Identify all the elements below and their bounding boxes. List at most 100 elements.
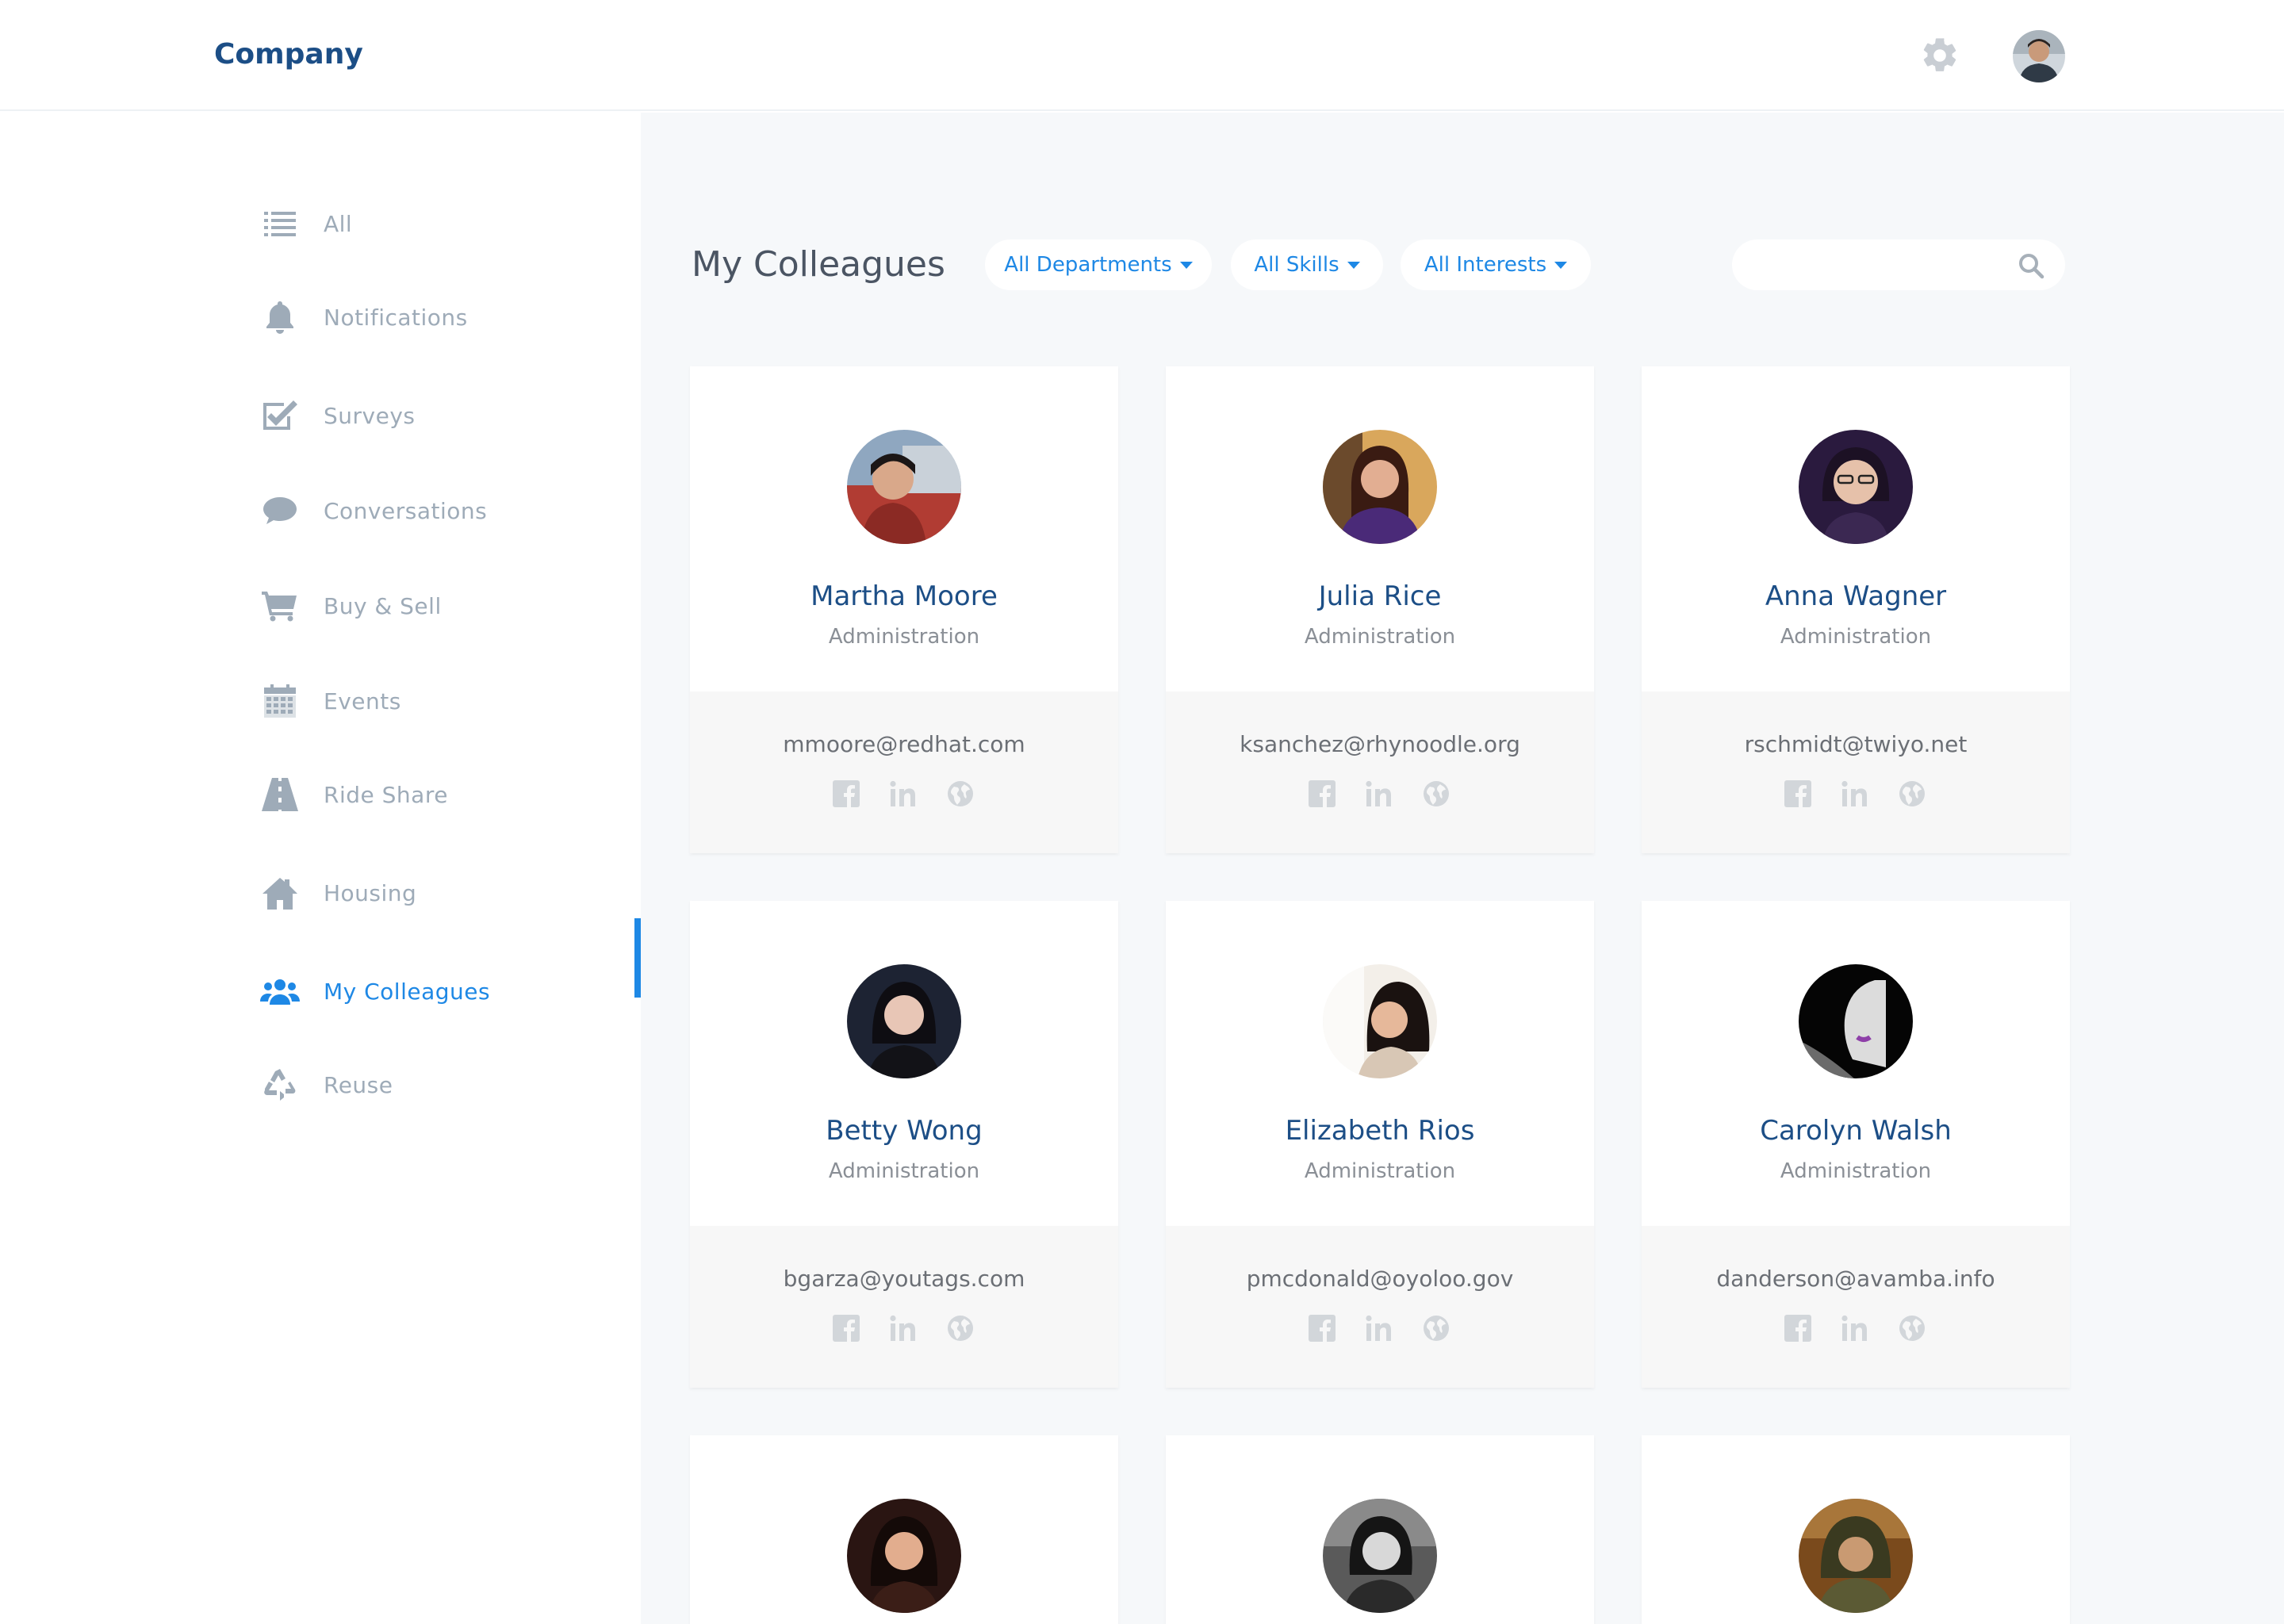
filter-label: All Interests	[1424, 253, 1547, 277]
colleague-email[interactable]: bgarza@youtags.com	[690, 1266, 1118, 1292]
colleague-avatar	[1323, 1499, 1437, 1613]
checkbox-icon	[260, 396, 300, 435]
facebook-icon[interactable]	[1784, 1315, 1813, 1343]
sidebar-item-buy-sell[interactable]: Buy & Sell	[260, 574, 641, 638]
colleague-card[interactable]: Carolyn Walsh Administration danderson@a…	[1642, 901, 2070, 1388]
sidebar: All Notifications Surveys Conversations …	[0, 113, 641, 1624]
colleague-name[interactable]: Elizabeth Rios	[1166, 1115, 1594, 1147]
facebook-icon[interactable]	[1309, 780, 1337, 809]
filter-label: All Departments	[1004, 253, 1172, 277]
search-input[interactable]	[1751, 247, 2013, 282]
sidebar-item-label: Buy & Sell	[324, 592, 442, 619]
sidebar-item-label: Notifications	[324, 304, 468, 331]
card-footer: pmcdonald@oyoloo.gov	[1166, 1226, 1594, 1388]
card-footer: rschmidt@twiyo.net	[1642, 691, 2070, 853]
sidebar-item-label: Surveys	[324, 402, 416, 429]
colleague-name[interactable]: Anna Wagner	[1642, 580, 2070, 612]
colleague-name[interactable]: Julia Rice	[1166, 580, 1594, 612]
social-links	[1784, 1315, 1927, 1346]
globe-icon[interactable]	[1899, 1315, 1927, 1343]
filter-departments[interactable]: All Departments	[985, 239, 1212, 290]
caret-down-icon	[1347, 261, 1360, 269]
colleague-department: Administration	[828, 625, 980, 649]
social-links	[1784, 780, 1927, 812]
social-links	[833, 1315, 975, 1346]
globe-icon[interactable]	[1899, 780, 1927, 809]
colleague-card[interactable]: Betty Wong Administration bgarza@youtags…	[690, 901, 1118, 1388]
globe-icon[interactable]	[947, 1315, 975, 1343]
colleague-name[interactable]: Martha Moore	[690, 580, 1118, 612]
card-footer: mmoore@redhat.com	[690, 691, 1118, 853]
colleague-avatar	[1799, 430, 1913, 544]
sidebar-item-reuse[interactable]: Reuse	[260, 1053, 641, 1116]
brand-logo[interactable]: Company	[214, 38, 363, 71]
chat-bubble-icon	[260, 491, 300, 530]
colleague-avatar	[1323, 964, 1437, 1078]
sidebar-item-label: All	[324, 210, 353, 237]
sidebar-item-my-colleagues[interactable]: My Colleagues	[260, 959, 641, 1023]
top-bar: Company	[0, 0, 2284, 111]
sidebar-item-surveys[interactable]: Surveys	[260, 384, 641, 447]
globe-icon[interactable]	[1423, 780, 1451, 809]
colleague-card[interactable]: Julia Rice Administration ksanchez@rhyno…	[1166, 366, 1594, 853]
card-footer: danderson@avamba.info	[1642, 1226, 2070, 1388]
sidebar-item-label: Events	[324, 688, 401, 714]
sidebar-item-notifications[interactable]: Notifications	[260, 285, 641, 349]
filter-skills[interactable]: All Skills	[1231, 239, 1383, 290]
search-icon[interactable]	[2018, 252, 2044, 279]
colleague-department: Administration	[1780, 1159, 1932, 1183]
colleague-email[interactable]: mmoore@redhat.com	[690, 731, 1118, 757]
sidebar-item-events[interactable]: Events	[260, 669, 641, 733]
linkedin-icon[interactable]	[1366, 1315, 1394, 1343]
colleague-card[interactable]	[690, 1435, 1118, 1624]
social-links	[1309, 1315, 1451, 1346]
search-box[interactable]	[1732, 239, 2065, 290]
caret-down-icon	[1179, 261, 1193, 269]
colleague-avatar	[1799, 964, 1913, 1078]
colleague-department: Administration	[1304, 625, 1456, 649]
card-footer: bgarza@youtags.com	[690, 1226, 1118, 1388]
colleague-email[interactable]: danderson@avamba.info	[1642, 1266, 2070, 1292]
linkedin-icon[interactable]	[890, 1315, 918, 1343]
linkedin-icon[interactable]	[1841, 780, 1870, 809]
facebook-icon[interactable]	[1784, 780, 1813, 809]
page-title: My Colleagues	[692, 244, 945, 285]
house-icon	[260, 873, 300, 913]
colleague-email[interactable]: ksanchez@rhynoodle.org	[1166, 731, 1594, 757]
sidebar-item-conversations[interactable]: Conversations	[260, 479, 641, 542]
sidebar-item-all[interactable]: All	[260, 192, 641, 255]
colleague-card[interactable]	[1166, 1435, 1594, 1624]
linkedin-icon[interactable]	[1366, 780, 1394, 809]
social-links	[833, 780, 975, 812]
colleague-avatar	[1799, 1499, 1913, 1613]
linkedin-icon[interactable]	[1841, 1315, 1870, 1343]
colleague-name[interactable]: Carolyn Walsh	[1642, 1115, 2070, 1147]
facebook-icon[interactable]	[833, 1315, 861, 1343]
bell-icon	[260, 297, 300, 337]
sidebar-item-ride-share[interactable]: Ride Share	[260, 763, 641, 826]
colleague-card[interactable]: Martha Moore Administration mmoore@redha…	[690, 366, 1118, 853]
linkedin-icon[interactable]	[890, 780, 918, 809]
colleague-avatar	[1323, 430, 1437, 544]
card-footer: ksanchez@rhynoodle.org	[1166, 691, 1594, 853]
sidebar-item-housing[interactable]: Housing	[260, 861, 641, 925]
globe-icon[interactable]	[1423, 1315, 1451, 1343]
sidebar-item-label: Reuse	[324, 1071, 393, 1098]
facebook-icon[interactable]	[1309, 1315, 1337, 1343]
colleague-avatar	[847, 1499, 961, 1613]
colleague-card[interactable]	[1642, 1435, 2070, 1624]
facebook-icon[interactable]	[833, 780, 861, 809]
filter-interests[interactable]: All Interests	[1401, 239, 1591, 290]
colleague-email[interactable]: rschmidt@twiyo.net	[1642, 731, 2070, 757]
colleague-avatar	[847, 964, 961, 1078]
globe-icon[interactable]	[947, 780, 975, 809]
colleague-department: Administration	[1780, 625, 1932, 649]
main-content: My Colleagues All Departments All Skills…	[641, 113, 2284, 1624]
colleague-card[interactable]: Anna Wagner Administration rschmidt@twiy…	[1642, 366, 2070, 853]
colleague-card[interactable]: Elizabeth Rios Administration pmcdonald@…	[1166, 901, 1594, 1388]
sidebar-item-label: Housing	[324, 879, 417, 906]
colleague-name[interactable]: Betty Wong	[690, 1115, 1118, 1147]
user-avatar[interactable]	[2013, 30, 2065, 82]
gear-icon[interactable]	[1919, 35, 1960, 76]
colleague-email[interactable]: pmcdonald@oyoloo.gov	[1166, 1266, 1594, 1292]
